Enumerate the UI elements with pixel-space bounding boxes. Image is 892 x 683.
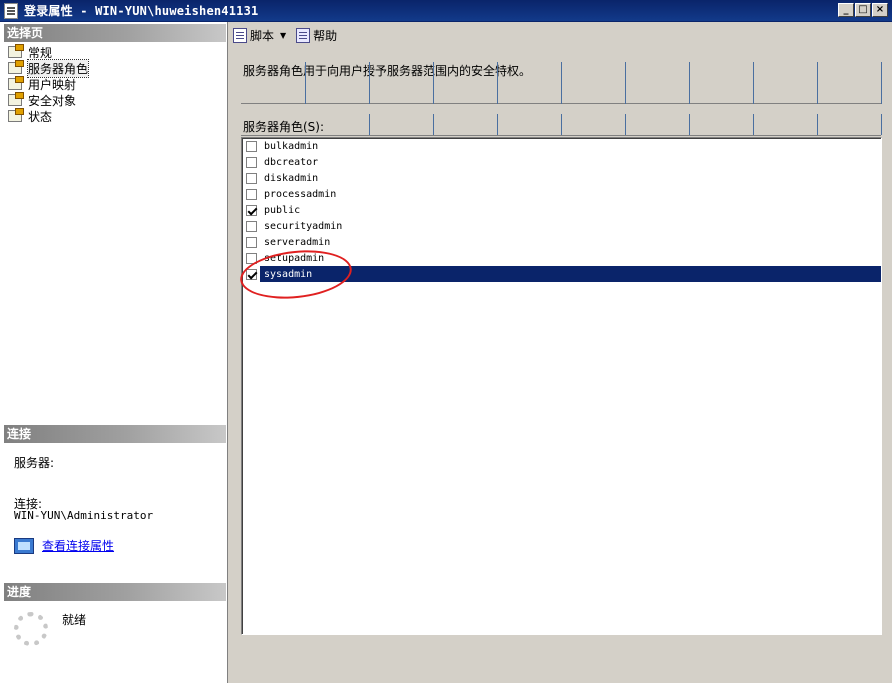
page-item-server-roles[interactable]: 服务器角色 — [8, 58, 208, 78]
help-button[interactable]: 帮助 — [296, 27, 337, 44]
role-item-bulkadmin[interactable]: bulkadmin — [244, 138, 881, 154]
left-pane: 选择页 常规 服务器角色 用户映射 安全对象 状态 连接 服务器: 连接: WI… — [0, 22, 228, 683]
server-label: 服务器: — [14, 456, 55, 470]
page-icon — [8, 60, 24, 74]
maximize-button[interactable]: □ — [855, 3, 871, 17]
role-item-dbcreator[interactable]: dbcreator — [244, 154, 881, 170]
selection-highlight — [260, 266, 881, 282]
divider — [817, 62, 818, 104]
pages-header: 选择页 — [4, 24, 226, 42]
page-icon — [8, 76, 24, 90]
divider — [497, 114, 498, 135]
divider — [433, 62, 434, 104]
divider — [881, 114, 882, 135]
divider — [497, 62, 498, 104]
divider — [561, 114, 562, 135]
role-item-securityadmin[interactable]: securityadmin — [244, 218, 881, 234]
divider — [753, 114, 754, 135]
connection-value: WIN-YUN\Administrator — [14, 509, 154, 522]
divider — [241, 135, 881, 136]
page-icon — [8, 44, 24, 58]
pages-list: 常规 服务器角色 用户映射 安全对象 状态 — [8, 44, 208, 124]
divider — [817, 114, 818, 135]
roles-label: 服务器角色(S): — [243, 120, 325, 134]
window-controls: _ □ × — [838, 3, 888, 17]
status-text: 就绪 — [62, 613, 87, 627]
role-checkbox[interactable] — [246, 156, 257, 168]
page-item-label: 安全对象 — [28, 93, 77, 108]
help-icon — [296, 27, 311, 43]
role-name: securityadmin — [264, 220, 343, 232]
script-icon — [233, 27, 247, 43]
role-name: bulkadmin — [264, 140, 319, 152]
connection-properties-icon — [14, 537, 34, 554]
view-connection-properties[interactable]: 查看连接属性 — [14, 537, 114, 554]
role-checkbox[interactable] — [246, 172, 257, 184]
role-checkbox[interactable] — [246, 204, 257, 216]
divider — [561, 62, 562, 104]
title-bar: 登录属性 - WIN-YUN\huweishen41131 _ □ × — [0, 0, 892, 22]
page-item-label: 状态 — [28, 109, 53, 124]
toolbar: 脚本 ▼ 帮助 — [229, 22, 892, 48]
page-icon — [8, 108, 24, 122]
divider — [305, 62, 306, 104]
window-title: 登录属性 - WIN-YUN\huweishen41131 — [24, 4, 259, 18]
page-item-label: 常规 — [28, 45, 53, 60]
progress-spinner-icon — [14, 612, 48, 646]
role-name: public — [264, 204, 301, 216]
divider — [625, 114, 626, 135]
help-button-label: 帮助 — [313, 28, 338, 43]
page-item-status[interactable]: 状态 — [8, 108, 208, 124]
page-item-securables[interactable]: 安全对象 — [8, 92, 208, 108]
connection-header: 连接 — [4, 425, 226, 443]
page-item-user-mapping[interactable]: 用户映射 — [8, 76, 208, 92]
role-item-public[interactable]: public — [244, 202, 881, 218]
script-button-label: 脚本 — [250, 28, 275, 43]
divider — [753, 62, 754, 104]
divider — [625, 62, 626, 104]
page-item-label: 服务器角色 — [26, 58, 90, 78]
description-text: 服务器角色用于向用户授予服务器范围内的安全特权。 — [243, 64, 532, 78]
page-item-label: 用户映射 — [28, 77, 77, 92]
role-checkbox[interactable] — [246, 140, 257, 152]
view-connection-properties-link[interactable]: 查看连接属性 — [42, 537, 114, 554]
divider — [881, 62, 882, 104]
divider — [433, 114, 434, 135]
role-checkbox[interactable] — [246, 236, 257, 248]
roles-checklist[interactable]: bulkadmin dbcreator diskadmin processadm… — [241, 137, 882, 635]
close-button[interactable]: × — [872, 3, 888, 17]
progress-header: 进度 — [4, 583, 226, 601]
divider — [369, 114, 370, 135]
role-name: dbcreator — [264, 156, 319, 168]
divider — [689, 62, 690, 104]
role-checkbox[interactable] — [246, 188, 257, 200]
role-item-serveradmin[interactable]: serveradmin — [244, 234, 881, 250]
role-name: diskadmin — [264, 172, 319, 184]
role-item-processadmin[interactable]: processadmin — [244, 186, 881, 202]
role-checkbox[interactable] — [246, 220, 257, 232]
script-button[interactable]: 脚本 ▼ — [233, 27, 286, 44]
divider — [369, 62, 370, 104]
page-icon — [8, 92, 24, 106]
document-icon — [4, 2, 18, 19]
role-name: serveradmin — [264, 236, 331, 248]
page-item-general[interactable]: 常规 — [8, 44, 208, 60]
minimize-button[interactable]: _ — [838, 3, 854, 17]
role-item-diskadmin[interactable]: diskadmin — [244, 170, 881, 186]
divider — [689, 114, 690, 135]
role-name: processadmin — [264, 188, 337, 200]
chevron-down-icon[interactable]: ▼ — [280, 31, 286, 40]
